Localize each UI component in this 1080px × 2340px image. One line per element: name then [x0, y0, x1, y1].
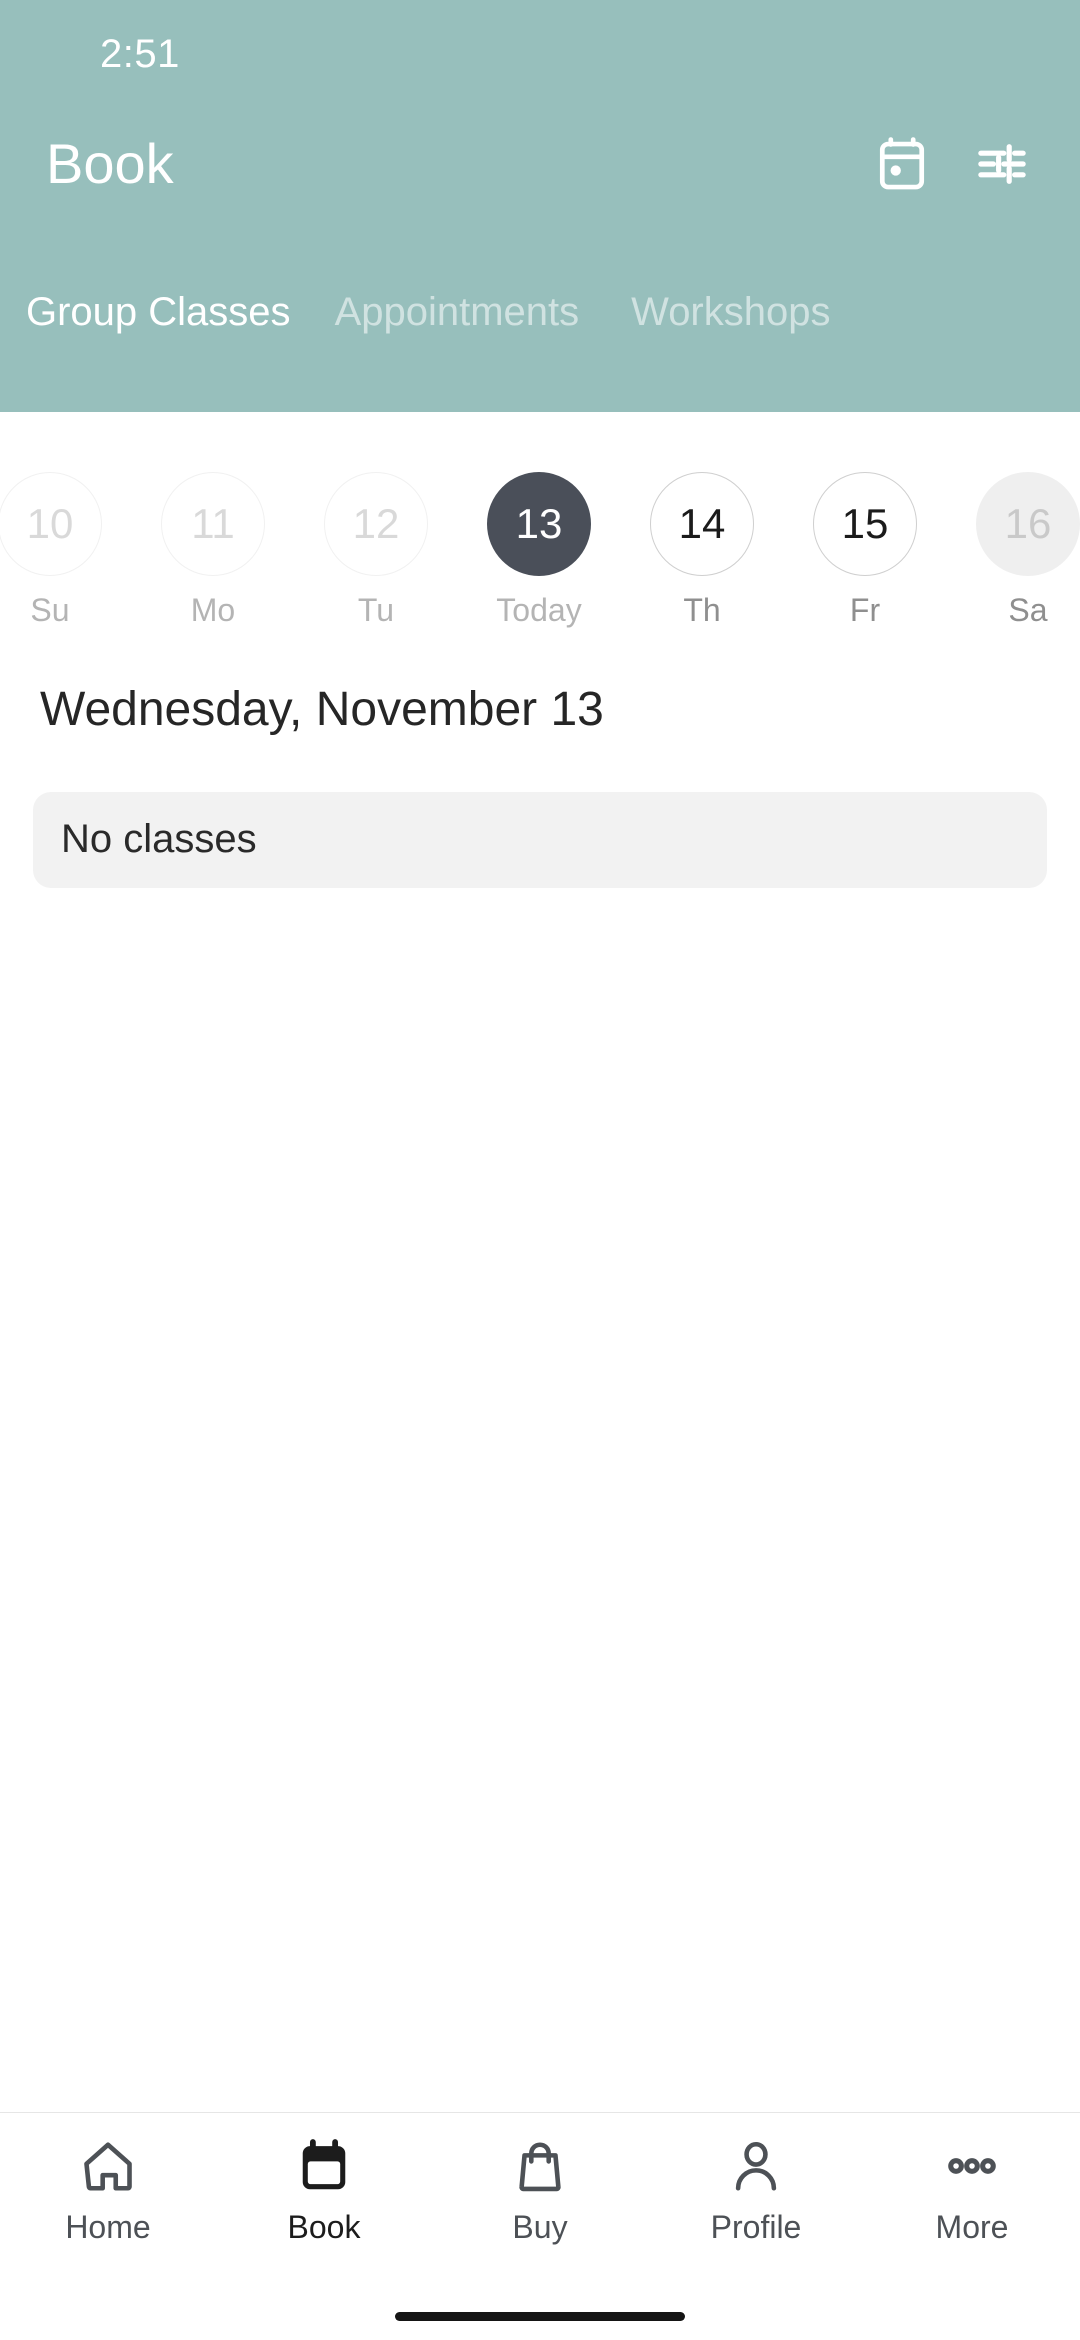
date-chip-number: 14: [650, 472, 754, 576]
nav-label-profile: Profile: [710, 2209, 802, 2245]
date-chip-10[interactable]: 10 Su: [0, 472, 102, 626]
date-strip-inner: 10 Su 11 Mo 12 Tu 13 Today 14 Th 15 Fr 1…: [0, 472, 1080, 626]
home-indicator-area: [0, 2292, 1080, 2340]
tab-group-classes[interactable]: Group Classes: [0, 292, 291, 332]
date-chip-number: 13: [487, 472, 591, 576]
date-chip-13-today[interactable]: 13 Today: [487, 472, 591, 626]
calendar-filled-icon: [295, 2135, 353, 2197]
date-chip-number: 15: [813, 472, 917, 576]
nav-label-more: More: [935, 2209, 1009, 2245]
date-chip-16[interactable]: 16 Sa: [976, 472, 1080, 626]
date-chip-weekday: Tu: [357, 592, 395, 628]
bottom-navigation: Home Book Buy Profile More: [0, 2112, 1080, 2292]
app-bar: Book: [0, 108, 1080, 220]
main-content: 10 Su 11 Mo 12 Tu 13 Today 14 Th 15 Fr 1…: [0, 412, 1080, 2112]
date-chip-number: 16: [976, 472, 1080, 576]
app-bar-actions: [870, 132, 1034, 196]
nav-item-home[interactable]: Home: [0, 2135, 216, 2243]
category-tabs: Group Classes Appointments Workshops: [0, 220, 1080, 370]
date-chip-weekday: Su: [30, 592, 70, 628]
nav-item-buy[interactable]: Buy: [432, 2135, 648, 2243]
date-chip-weekday: Th: [683, 592, 721, 628]
shopping-bag-icon: [511, 2135, 569, 2197]
status-bar-clock: 2:51: [100, 31, 180, 76]
nav-item-book[interactable]: Book: [216, 2135, 432, 2243]
date-chip-11[interactable]: 11 Mo: [161, 472, 265, 626]
nav-item-more[interactable]: More: [864, 2135, 1080, 2243]
app-header: 2:51 Book Group Classes Appointments Wor…: [0, 0, 1080, 412]
nav-label-buy: Buy: [512, 2209, 568, 2245]
calendar-icon[interactable]: [870, 132, 934, 196]
nav-item-profile[interactable]: Profile: [648, 2135, 864, 2243]
date-chip-15[interactable]: 15 Fr: [813, 472, 917, 626]
date-chip-14[interactable]: 14 Th: [650, 472, 754, 626]
empty-state-text: No classes: [61, 817, 257, 862]
tab-appointments[interactable]: Appointments: [291, 292, 580, 332]
date-chip-weekday: Sa: [1008, 592, 1048, 628]
date-chip-number: 10: [0, 472, 102, 576]
empty-state-card: No classes: [33, 791, 1047, 888]
date-strip[interactable]: 10 Su 11 Mo 12 Tu 13 Today 14 Th 15 Fr 1…: [0, 412, 1080, 626]
page-title: Book: [46, 132, 174, 195]
home-icon: [79, 2135, 137, 2197]
nav-label-book: Book: [287, 2209, 361, 2245]
tab-workshops[interactable]: Workshops: [579, 292, 830, 332]
nav-label-home: Home: [65, 2209, 151, 2245]
date-chip-number: 12: [324, 472, 428, 576]
date-chip-12[interactable]: 12 Tu: [324, 472, 428, 626]
status-bar: 2:51: [0, 0, 1080, 108]
selected-date-heading: Wednesday, November 13: [40, 683, 604, 736]
person-icon: [727, 2135, 785, 2197]
tune-icon[interactable]: [970, 132, 1034, 196]
more-horizontal-icon: [943, 2135, 1001, 2197]
date-chip-weekday: Today: [496, 592, 582, 628]
app-screen: 2:51 Book Group Classes Appointments Wor…: [0, 0, 1080, 2340]
date-chip-number: 11: [161, 472, 265, 576]
date-chip-weekday: Fr: [849, 592, 881, 628]
date-chip-weekday: Mo: [190, 592, 236, 628]
home-indicator[interactable]: [395, 2311, 685, 2321]
